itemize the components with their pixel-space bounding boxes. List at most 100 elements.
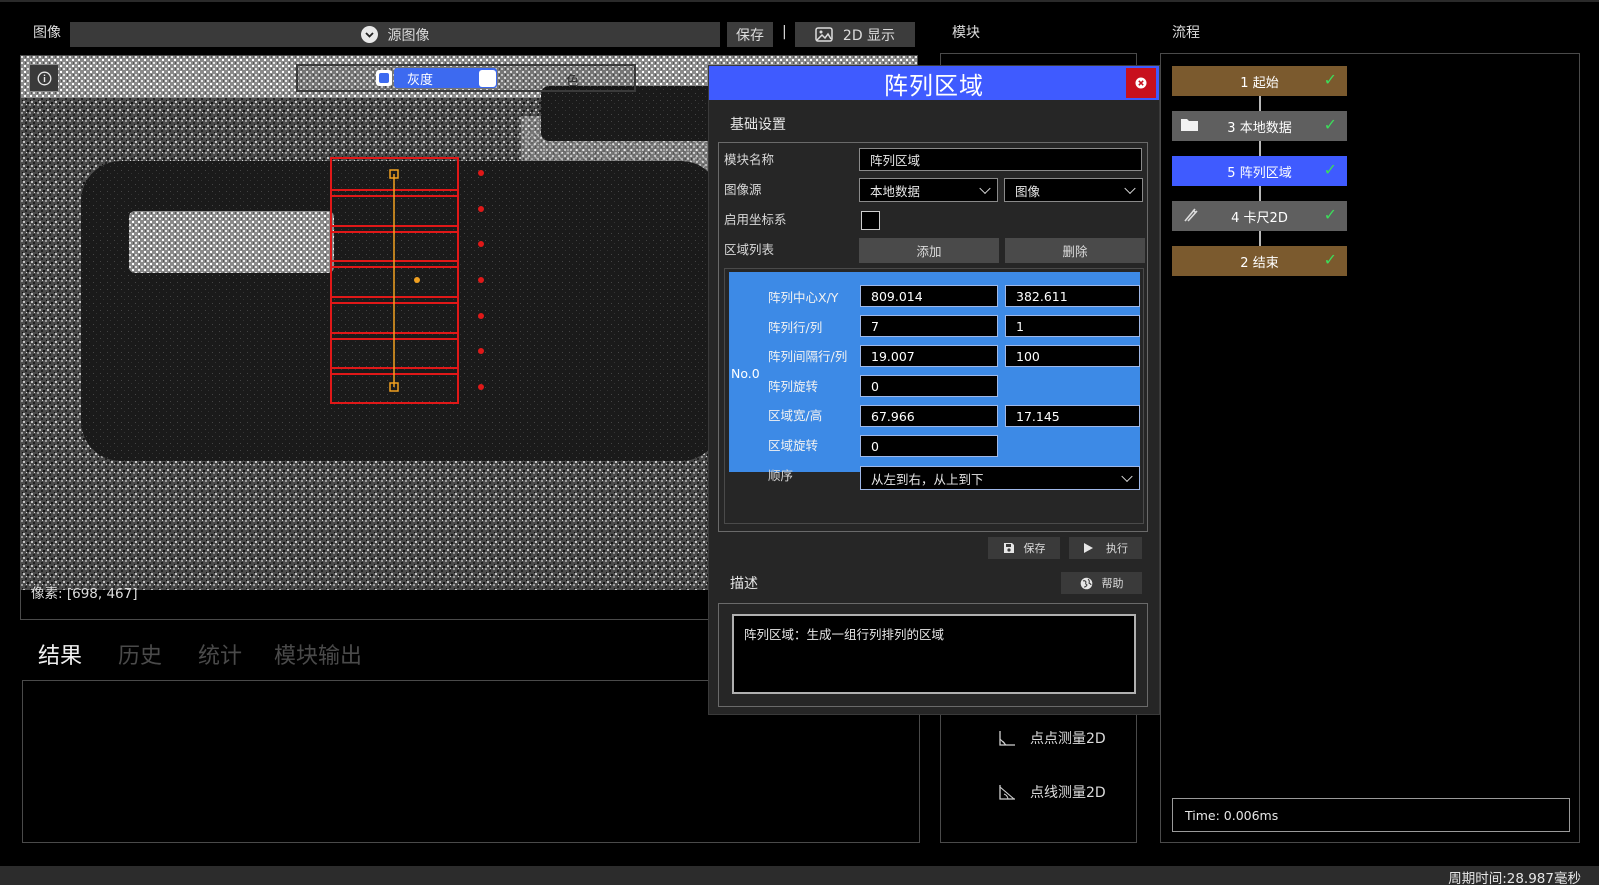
modules-panel-title: 模块	[952, 25, 980, 41]
array-rows-cols-label: 阵列行/列	[768, 320, 823, 335]
flow-connector	[1259, 141, 1261, 156]
flow-node-caliper[interactable]: 4 卡尺2D ✓	[1172, 201, 1347, 231]
tab-module-output[interactable]: 模块输出	[274, 638, 362, 670]
caliper-icon	[1184, 208, 1198, 222]
display-2d-button[interactable]: 2D 显示	[795, 22, 915, 47]
tab-result[interactable]: 结果	[38, 638, 82, 670]
help-label: 帮助	[1101, 577, 1124, 590]
image-source-dropdown[interactable]: 本地数据	[859, 178, 998, 202]
flow-connector	[1259, 231, 1261, 246]
array-row-spacing-field[interactable]: 19.007	[860, 345, 998, 367]
image-save-button[interactable]: 保存	[727, 22, 773, 47]
flow-panel-title: 流程	[1172, 25, 1200, 41]
add-region-button[interactable]: 添加	[859, 238, 999, 263]
image-source-label: 源图像	[387, 27, 430, 44]
color-checkbox[interactable]	[479, 70, 496, 87]
picture-icon	[815, 27, 833, 42]
check-icon: ✓	[1323, 115, 1337, 134]
tool-point-line-measure[interactable]: 点线测量2D	[998, 782, 1106, 802]
chevron-down-icon	[1121, 470, 1133, 483]
angle-measure-icon	[999, 731, 1015, 746]
image-source-label: 图像源	[724, 182, 762, 197]
flow-node-end[interactable]: 2 结束 ✓	[1172, 246, 1347, 276]
dialog-close-button[interactable]	[1126, 68, 1156, 98]
array-cols-field[interactable]: 1	[1005, 315, 1140, 337]
image-type-dropdown[interactable]: 图像	[1004, 178, 1143, 202]
check-icon: ✓	[1323, 70, 1337, 89]
flow-time-readout: Time: 0.006ms	[1172, 798, 1570, 832]
angle-line-measure-icon	[999, 785, 1015, 800]
flow-node-local-data[interactable]: 3 本地数据 ✓	[1172, 111, 1347, 141]
flow-node-label: 3 本地数据	[1227, 120, 1292, 136]
display-2d-label: 2D 显示	[842, 27, 896, 44]
order-value: 从左到右，从上到下	[871, 471, 984, 487]
dialog-title-bar[interactable]: 阵列区域	[709, 66, 1159, 100]
run-label: 执行	[1106, 542, 1128, 555]
dialog-save-button[interactable]: 保存	[988, 537, 1060, 559]
window-top-border	[0, 0, 1599, 2]
tool-point-point-measure[interactable]: 点点测量2D	[998, 728, 1106, 748]
image-type-value: 图像	[1015, 183, 1041, 199]
flow-connector	[1259, 96, 1261, 111]
flow-node-label: 5 阵列区域	[1227, 165, 1292, 181]
check-icon: ✓	[1323, 205, 1337, 224]
help-button[interactable]: 帮助	[1061, 572, 1142, 594]
check-icon: ✓	[1323, 250, 1337, 269]
gray-mode-label: 灰度	[407, 72, 434, 88]
tab-statistics[interactable]: 统计	[198, 638, 242, 670]
image-panel-title: 图像	[33, 25, 61, 41]
description-text: 阵列区域：生成一组行列排列的区域	[732, 614, 1136, 694]
folder-icon	[1181, 119, 1198, 131]
array-center-y-field[interactable]: 382.611	[1005, 285, 1140, 307]
region-size-label: 区域宽/高	[768, 408, 823, 423]
section-basic-settings: 基础设置	[730, 117, 786, 133]
region-width-field[interactable]: 67.966	[860, 405, 998, 427]
image-source-value: 本地数据	[870, 183, 921, 199]
close-icon	[1135, 77, 1147, 89]
enable-coord-checkbox[interactable]	[861, 211, 880, 230]
play-icon	[1084, 543, 1093, 553]
region-index: No.0	[731, 366, 760, 381]
gray-checkbox[interactable]	[376, 70, 392, 86]
region-height-field[interactable]: 17.145	[1005, 405, 1140, 427]
flow-node-label: 4 卡尺2D	[1231, 210, 1288, 226]
dialog-run-button[interactable]: 执行	[1069, 537, 1142, 559]
delete-region-button[interactable]: 删除	[1005, 238, 1145, 263]
array-rows-field[interactable]: 7	[860, 315, 998, 337]
toolbar-separator: |	[782, 24, 787, 40]
region-list-label: 区域列表	[724, 242, 775, 257]
flow-node-label: 1 起始	[1240, 75, 1279, 91]
order-label: 顺序	[768, 468, 794, 483]
save-icon	[1003, 543, 1014, 553]
array-col-spacing-field[interactable]: 100	[1005, 345, 1140, 367]
pixel-coordinate-readout: 像素: [698, 467]	[31, 586, 138, 602]
chevron-down-icon	[360, 26, 378, 43]
flow-connector	[1259, 186, 1261, 201]
module-name-label: 模块名称	[724, 152, 775, 167]
check-icon: ✓	[1323, 160, 1337, 179]
tool-label: 点点测量2D	[1030, 731, 1106, 747]
dialog-title: 阵列区域	[884, 71, 984, 100]
array-center-label: 阵列中心X/Y	[768, 290, 839, 305]
status-bar	[0, 866, 1599, 885]
region-rotation-label: 区域旋转	[768, 438, 819, 453]
flow-node-array-region[interactable]: 5 阵列区域 ✓	[1172, 156, 1347, 186]
save-label: 保存	[1023, 542, 1046, 555]
region-rotation-field[interactable]: 0	[860, 435, 998, 457]
color-mode-label: 色	[566, 74, 580, 89]
enable-coord-label: 启用坐标系	[724, 212, 787, 227]
section-description: 描述	[730, 576, 758, 592]
array-spacing-label: 阵列间隔行/列	[768, 349, 848, 364]
info-icon	[37, 71, 51, 85]
info-button[interactable]	[30, 65, 58, 91]
tool-label: 点线测量2D	[1030, 785, 1106, 801]
array-rotation-field[interactable]: 0	[860, 375, 998, 397]
flow-node-label: 2 结束	[1240, 255, 1279, 271]
order-dropdown[interactable]: 从左到右，从上到下	[860, 466, 1140, 490]
module-name-field[interactable]: 阵列区域	[859, 148, 1142, 171]
image-source-select[interactable]: 源图像	[70, 22, 720, 47]
chevron-down-icon	[979, 182, 991, 195]
array-center-x-field[interactable]: 809.014	[860, 285, 998, 307]
tab-history[interactable]: 历史	[118, 638, 162, 670]
flow-node-start[interactable]: 1 起始 ✓	[1172, 66, 1347, 96]
